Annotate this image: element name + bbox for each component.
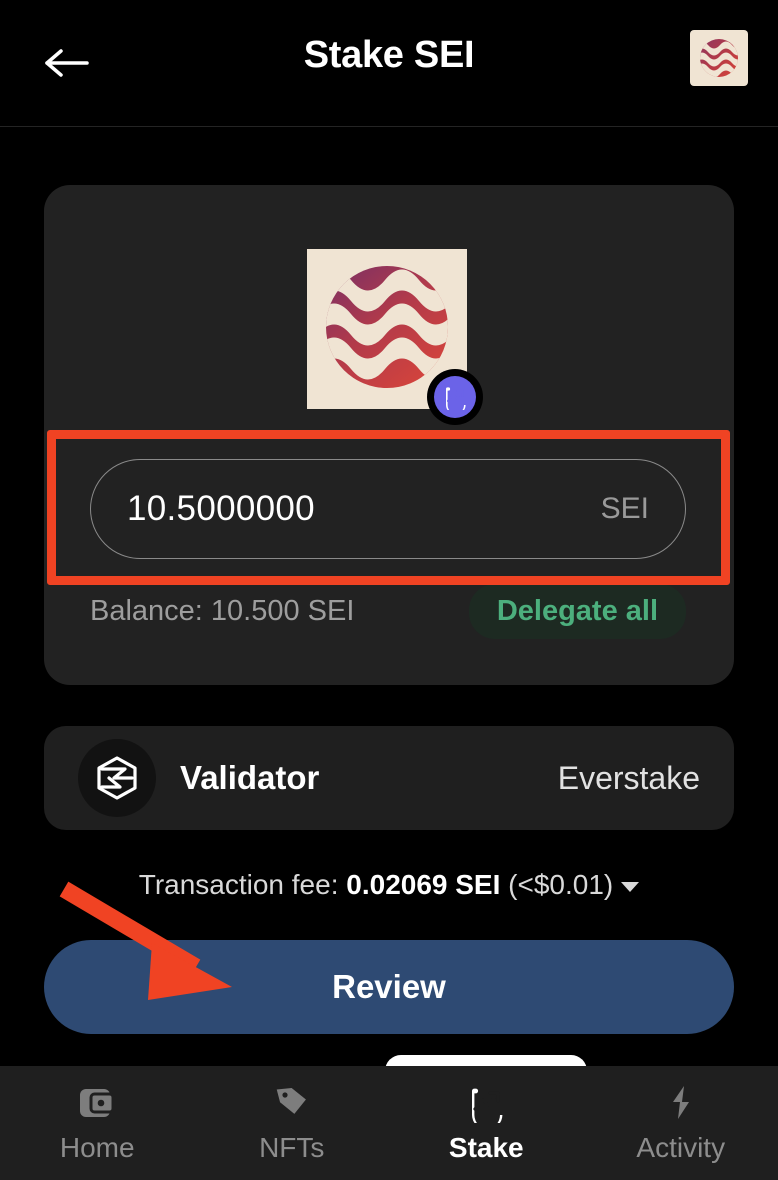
- nav-label-nfts: NFTs: [259, 1132, 325, 1163]
- balance-label: Balance: 10.500 SEI: [90, 594, 355, 627]
- page-title: Stake SEI: [303, 34, 475, 76]
- amount-input-field[interactable]: 10.5000000 SEI: [90, 459, 686, 559]
- fee-amount: 0.02069 SEI: [346, 869, 501, 900]
- stake-chart-icon: [466, 1080, 506, 1126]
- validator-icon-wrap: [78, 739, 156, 817]
- tag-icon: [272, 1080, 312, 1126]
- nav-label-activity: Activity: [636, 1132, 726, 1163]
- app-header: Stake SEI: [0, 0, 778, 127]
- avatar[interactable]: [690, 30, 748, 86]
- nav-label-stake: Stake: [448, 1132, 524, 1163]
- validator-value: Everstake: [557, 759, 700, 796]
- stake-sei-screen: Stake SEI 10.5000000 SEI Balance: 10.500…: [0, 0, 778, 1180]
- stake-chart-badge-icon: [446, 387, 466, 410]
- bottom-navigation: Home NFTs Stake Activity: [0, 1066, 778, 1180]
- review-button-label: Review: [332, 968, 446, 1005]
- balance-row: Balance: 10.500 SEI Delegate all: [90, 583, 686, 639]
- wallet-icon: [77, 1080, 117, 1126]
- everstake-hexagon-icon: [97, 756, 137, 800]
- fee-prefix: Transaction fee:: [138, 869, 347, 900]
- nav-item-home[interactable]: Home: [0, 1066, 195, 1164]
- validator-label: Validator: [180, 759, 320, 796]
- nav-item-nfts[interactable]: NFTs: [195, 1066, 390, 1164]
- amount-card: 10.5000000 SEI Balance: 10.500 SEI Deleg…: [44, 185, 734, 685]
- stake-chart-badge: [427, 369, 483, 425]
- review-button[interactable]: Review: [44, 940, 734, 1034]
- sei-token-avatar-icon: [700, 39, 738, 77]
- delegate-all-button[interactable]: Delegate all: [468, 583, 686, 639]
- nav-item-stake[interactable]: Stake: [389, 1066, 584, 1164]
- nav-item-activity[interactable]: Activity: [584, 1066, 778, 1164]
- token-logo: [307, 249, 483, 425]
- nav-label-home: Home: [59, 1132, 135, 1163]
- transaction-fee-row[interactable]: Transaction fee: 0.02069 SEI (<$0.01): [0, 869, 778, 901]
- lightning-bolt-icon: [661, 1080, 701, 1126]
- fee-fiat: (<$0.01): [500, 869, 614, 900]
- validator-row[interactable]: Validator Everstake: [44, 726, 734, 830]
- chevron-down-icon[interactable]: [621, 881, 640, 892]
- amount-unit-label: SEI: [600, 492, 649, 525]
- amount-value: 10.5000000: [127, 489, 315, 528]
